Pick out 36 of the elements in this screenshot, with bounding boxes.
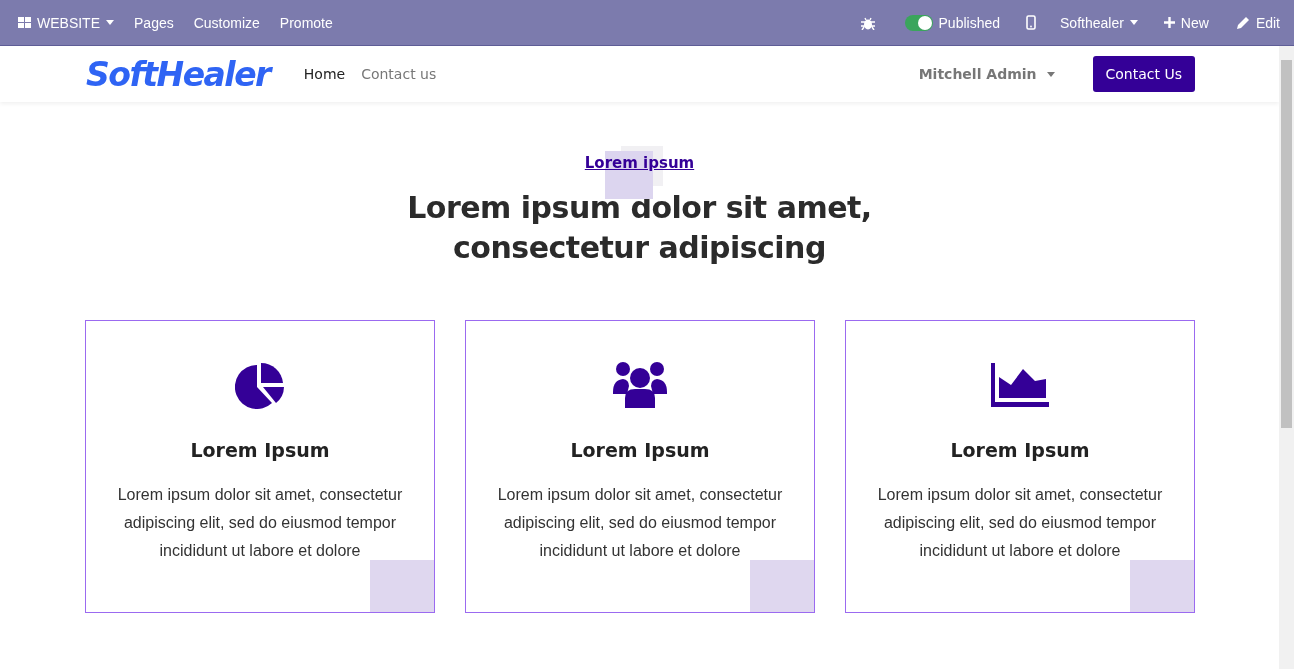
card-title: Lorem Ipsum [570,439,710,461]
caret-icon [1129,20,1138,25]
users-icon [613,360,667,410]
contact-us-button[interactable]: Contact Us [1092,56,1195,92]
apps-menu[interactable]: WEBSITE [8,14,124,31]
section-link[interactable]: Lorem ipsum [584,154,695,172]
nav-link[interactable]: Home [303,66,346,82]
caret-icon [1046,71,1055,77]
card-title: Lorem Ipsum [190,439,330,461]
section-heading: Lorem ipsum dolor sit amet, consectetur adipiscing [406,189,873,267]
scrollbar[interactable] [1279,46,1294,669]
decor-square [370,560,434,612]
plus-icon [1163,17,1175,28]
decor-square [750,560,814,612]
bug-icon [860,15,875,30]
pie-chart-icon [235,361,285,409]
grid-icon [18,16,31,29]
user-menu[interactable]: Mitchell Admin [912,65,1061,83]
card-text: Lorem ipsum dolor sit amet, consectetur adipiscing elit, sed do eiusmod tempor incididunt ut labore et dolore [496,485,784,561]
admin-menu-link[interactable]: Customize [183,14,270,31]
decor-square [1130,560,1194,612]
card-title: Lorem Ipsum [950,439,1090,461]
phone-icon [1026,15,1037,30]
new-button[interactable]: New [1149,14,1223,31]
edit-button[interactable]: Edit [1222,14,1286,31]
caret-icon [106,20,114,25]
nav-link[interactable]: Contact us [361,66,437,82]
scrollbar-thumb[interactable] [1281,60,1292,428]
website-switcher[interactable]: Softhealer [1052,14,1150,31]
admin-menu-link[interactable]: Pages [124,14,184,31]
card-text: Lorem ipsum dolor sit amet, consectetur adipiscing elit, sed do eiusmod tempor incididunt ut labore et dolore [876,485,1164,561]
area-chart-icon [991,363,1049,407]
admin-menu-link[interactable]: Promote [269,14,343,31]
card-text: Lorem ipsum dolor sit amet, consectetur adipiscing elit, sed do eiusmod tempor incididunt ut labore et dolore [116,485,404,561]
publish-toggle[interactable]: Published [884,14,1011,31]
pencil-icon [1236,16,1250,29]
